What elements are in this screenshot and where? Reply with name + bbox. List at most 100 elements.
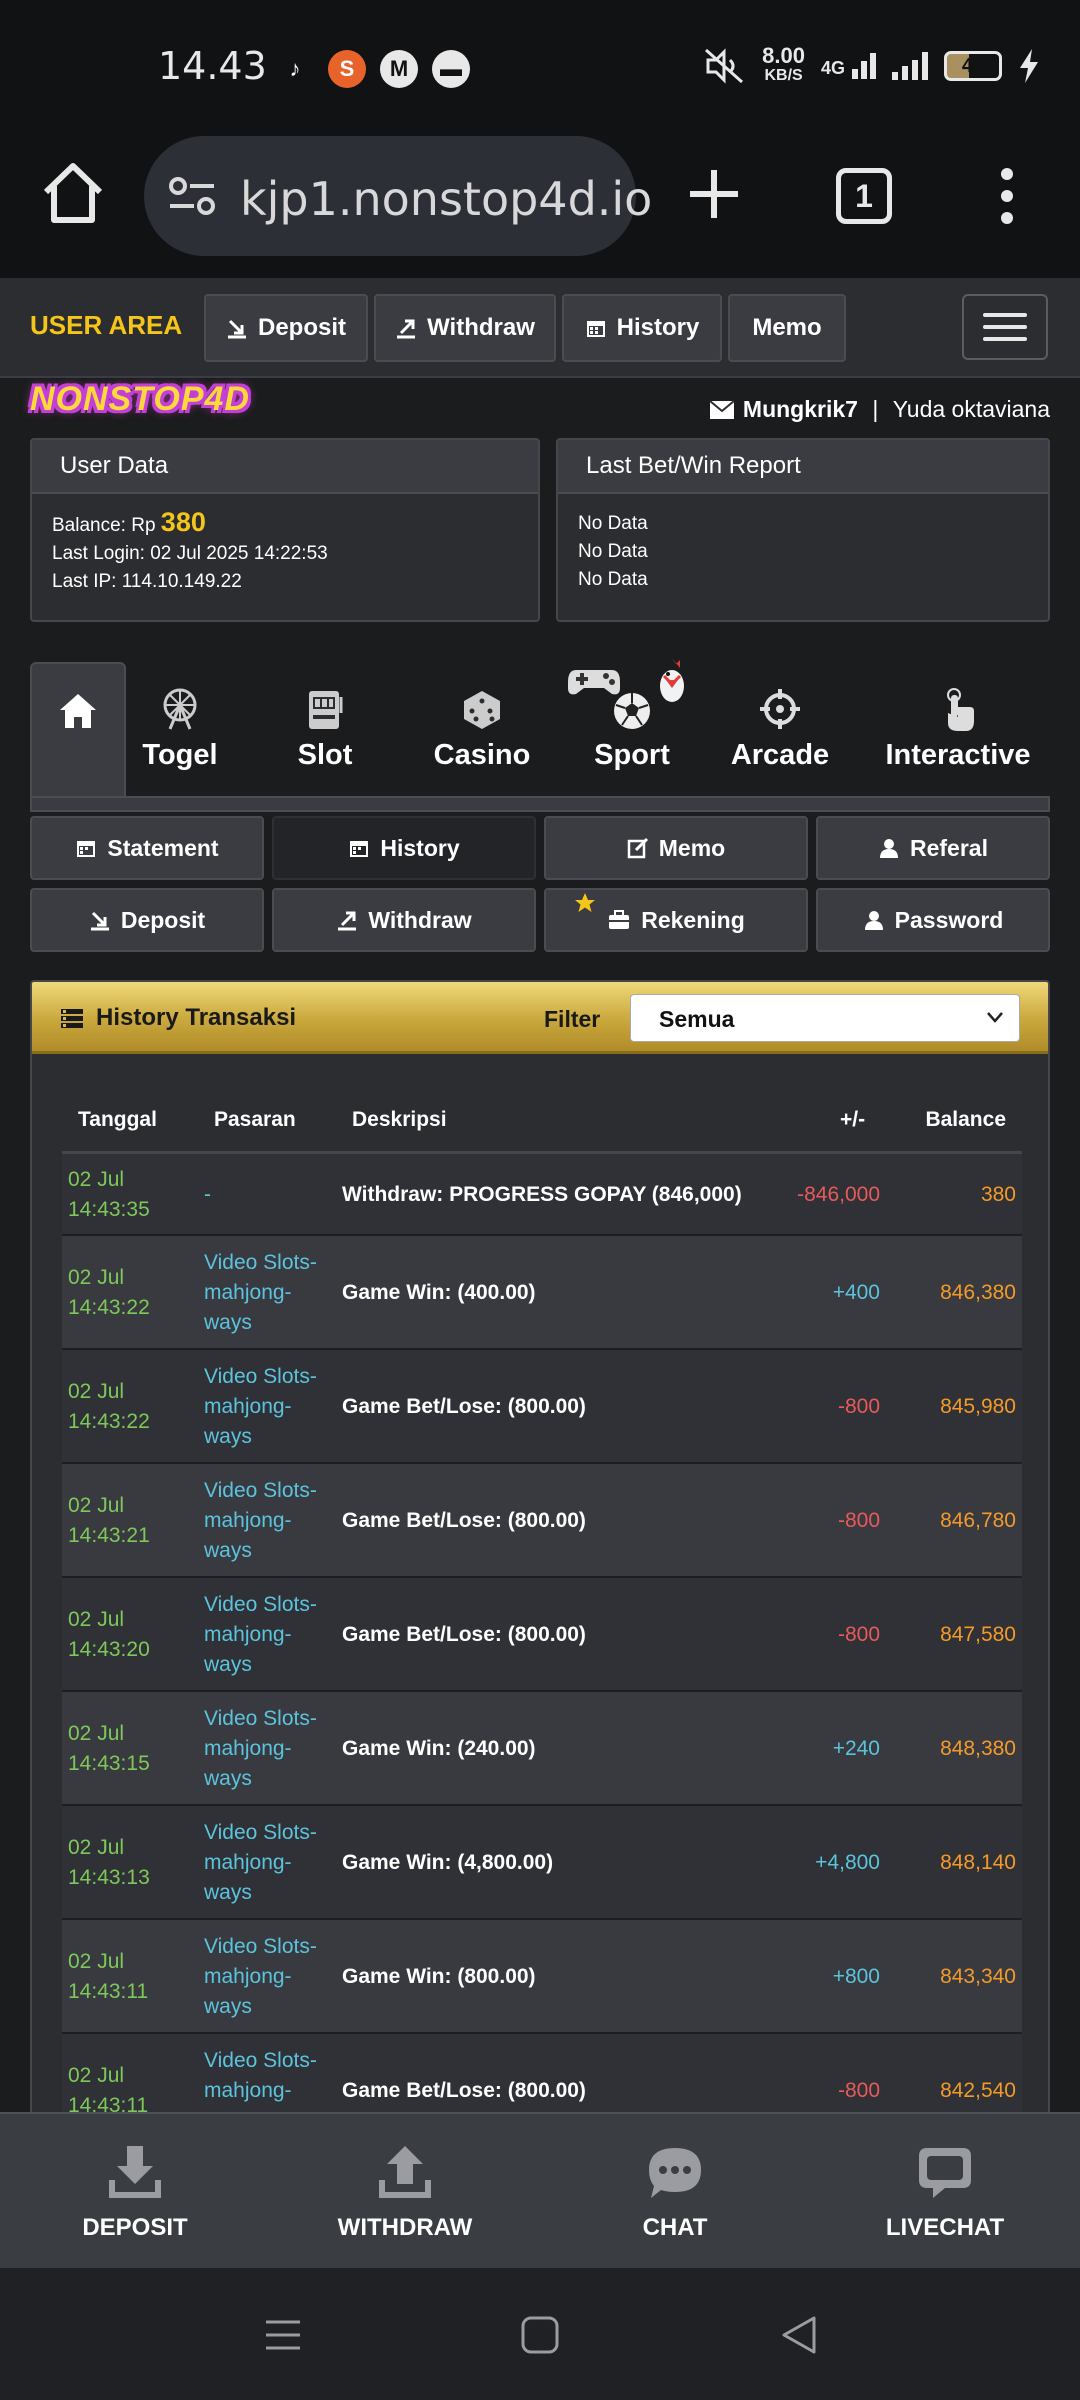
user-data-title: User Data — [32, 440, 538, 494]
row-change: -800 — [837, 2079, 880, 2102]
tab-switcher-button[interactable]: 1 — [836, 168, 892, 224]
row-description: Game Win: (400.00) — [342, 1281, 536, 1304]
row-balance: 848,140 — [940, 1851, 1016, 1874]
row-date: 02 Jul 14:43:35 — [68, 1168, 150, 1221]
row-pasaran: Video Slots-mahjong-ways — [204, 1707, 317, 1790]
col-deskripsi: Deskripsi — [352, 1108, 447, 1131]
url-bar[interactable]: kjp1.nonstop4d.io — [144, 136, 652, 256]
withdraw-button[interactable]: Withdraw — [272, 888, 536, 952]
dice-icon — [464, 691, 500, 729]
row-description: Game Bet/Lose: (800.00) — [342, 1623, 586, 1646]
row-pasaran: Video Slots-mahjong-ways — [204, 2049, 317, 2118]
nav-withdraw-button[interactable]: Withdraw — [374, 294, 556, 362]
signal-icon — [892, 52, 928, 80]
referal-button[interactable]: Referal — [816, 816, 1050, 880]
nav-memo-button[interactable]: Memo — [728, 294, 846, 362]
nav-deposit-button[interactable]: Deposit — [204, 294, 368, 362]
row-description: Game Bet/Lose: (800.00) — [342, 1509, 586, 1532]
back-icon[interactable] — [776, 2312, 822, 2358]
action-livechat-button[interactable]: LIVECHAT — [810, 2114, 1080, 2270]
last-login: Last Login: 02 Jul 2025 14:22:53 — [52, 543, 328, 564]
password-button[interactable]: Password — [816, 888, 1050, 952]
nonstop4d-logo[interactable]: NONSTOP4D — [30, 380, 250, 419]
rekening-button[interactable]: Rekening — [544, 888, 808, 952]
action-withdraw-button[interactable]: WITHDRAW — [270, 2114, 540, 2270]
m-app-icon: M — [380, 50, 418, 88]
last-bet-title: Last Bet/Win Report — [558, 440, 1048, 494]
status-indicators: 8.00 KB/S 4G 42 — [702, 45, 1040, 86]
status-time: 14.43 — [158, 44, 267, 88]
list-icon — [61, 1009, 83, 1028]
balance-line: Balance: Rp 380 — [52, 507, 206, 537]
shopee-icon: S — [328, 50, 366, 88]
memo-button[interactable]: Memo — [544, 816, 808, 880]
row-date: 02 Jul 14:43:21 — [68, 1494, 150, 1547]
more-vert-icon[interactable] — [990, 166, 1024, 226]
tab-sport[interactable]: Sport — [568, 658, 692, 798]
history-button[interactable]: History — [272, 816, 536, 880]
col-balance: Balance — [925, 1108, 1006, 1131]
history-header: History Transaksi Filter Semua — [32, 982, 1048, 1054]
row-balance: 842,540 — [940, 2079, 1016, 2102]
row-date: 02 Jul 14:43:13 — [68, 1836, 150, 1889]
row-description: Game Win: (800.00) — [342, 1965, 536, 1988]
new-tab-icon[interactable] — [684, 164, 744, 224]
tab-casino[interactable]: Casino — [422, 662, 542, 798]
rooster-icon — [660, 658, 684, 702]
home-icon — [60, 694, 96, 728]
history-title: History Transaksi — [60, 1004, 296, 1032]
deposit-button[interactable]: Deposit — [30, 888, 264, 952]
user-data-panel: User Data Balance: Rp 380 Last Login: 02… — [30, 438, 540, 622]
filter-label: Filter — [544, 1006, 601, 1032]
gamepad-icon — [568, 670, 620, 695]
withdraw-icon — [397, 319, 416, 339]
row-date: 02 Jul 14:43:22 — [68, 1380, 150, 1433]
action-deposit-button[interactable]: DEPOSIT — [0, 2114, 270, 2270]
history-table-header: Tanggal Pasaran Deskripsi +/- Balance — [62, 1102, 1022, 1154]
user-icon — [864, 911, 883, 930]
row-pasaran: Video Slots-mahjong-ways — [204, 1593, 317, 1676]
action-chat-button[interactable]: CHAT — [540, 2114, 810, 2270]
tab-slot[interactable]: Slot — [280, 662, 370, 798]
row-description: Game Win: (4,800.00) — [342, 1851, 554, 1874]
battery-icon: 42 — [944, 51, 1002, 81]
statement-button[interactable]: Statement — [30, 816, 264, 880]
table-row: 02 Jul 14:43:22 Video Slots-mahjong-ways G… — [62, 1350, 1022, 1464]
row-balance: 845,980 — [940, 1395, 1016, 1418]
col-pasaran: Pasaran — [214, 1108, 296, 1131]
tab-home[interactable] — [30, 662, 126, 798]
row-change: -800 — [837, 1509, 880, 1532]
envelope-icon[interactable] — [709, 399, 735, 420]
hamburger-menu-icon[interactable] — [962, 294, 1048, 360]
category-tabs-underline — [30, 796, 1050, 812]
nav-history-button[interactable]: History — [562, 294, 722, 362]
row-balance: 843,340 — [940, 1965, 1016, 1988]
star-icon — [575, 893, 595, 912]
table-row: 02 Jul 14:43:13 Video Slots-mahjong-ways G… — [62, 1806, 1022, 1920]
row-pasaran: Video Slots-mahjong-ways — [204, 1251, 317, 1334]
tab-togel[interactable]: Togel — [130, 662, 230, 798]
deposit-icon — [227, 319, 246, 339]
home-icon[interactable] — [38, 158, 108, 228]
filter-select[interactable]: Semua — [630, 994, 1020, 1042]
system-nav-bar — [0, 2268, 1080, 2400]
user-fullname: Yuda oktaviana — [892, 396, 1050, 422]
browser-toolbar: kjp1.nonstop4d.io 1 — [0, 130, 1080, 278]
calendar-icon — [350, 841, 369, 857]
tab-arcade[interactable]: Arcade — [720, 662, 840, 798]
row-change: -846,000 — [797, 1183, 880, 1206]
last-bet-line: No Data — [578, 513, 648, 534]
site-settings-icon[interactable] — [168, 174, 216, 218]
recent-apps-icon[interactable] — [260, 2312, 306, 2358]
row-balance: 846,380 — [940, 1281, 1016, 1304]
row-pasaran: Video Slots-mahjong-ways — [204, 1365, 317, 1448]
mute-icon — [705, 48, 744, 84]
row-pasaran: Video Slots-mahjong-ways — [204, 1821, 317, 1904]
home-nav-icon[interactable] — [517, 2312, 563, 2358]
upload-icon — [379, 2146, 431, 2198]
site-top-nav: USER AREA Deposit Withdraw History Memo — [0, 278, 1080, 378]
row-pasaran: - — [204, 1183, 211, 1206]
tab-interactive[interactable]: Interactive — [868, 662, 1048, 798]
row-change: +400 — [832, 1281, 880, 1304]
user-identity: Mungkrik7 | Yuda oktaviana — [709, 396, 1050, 423]
